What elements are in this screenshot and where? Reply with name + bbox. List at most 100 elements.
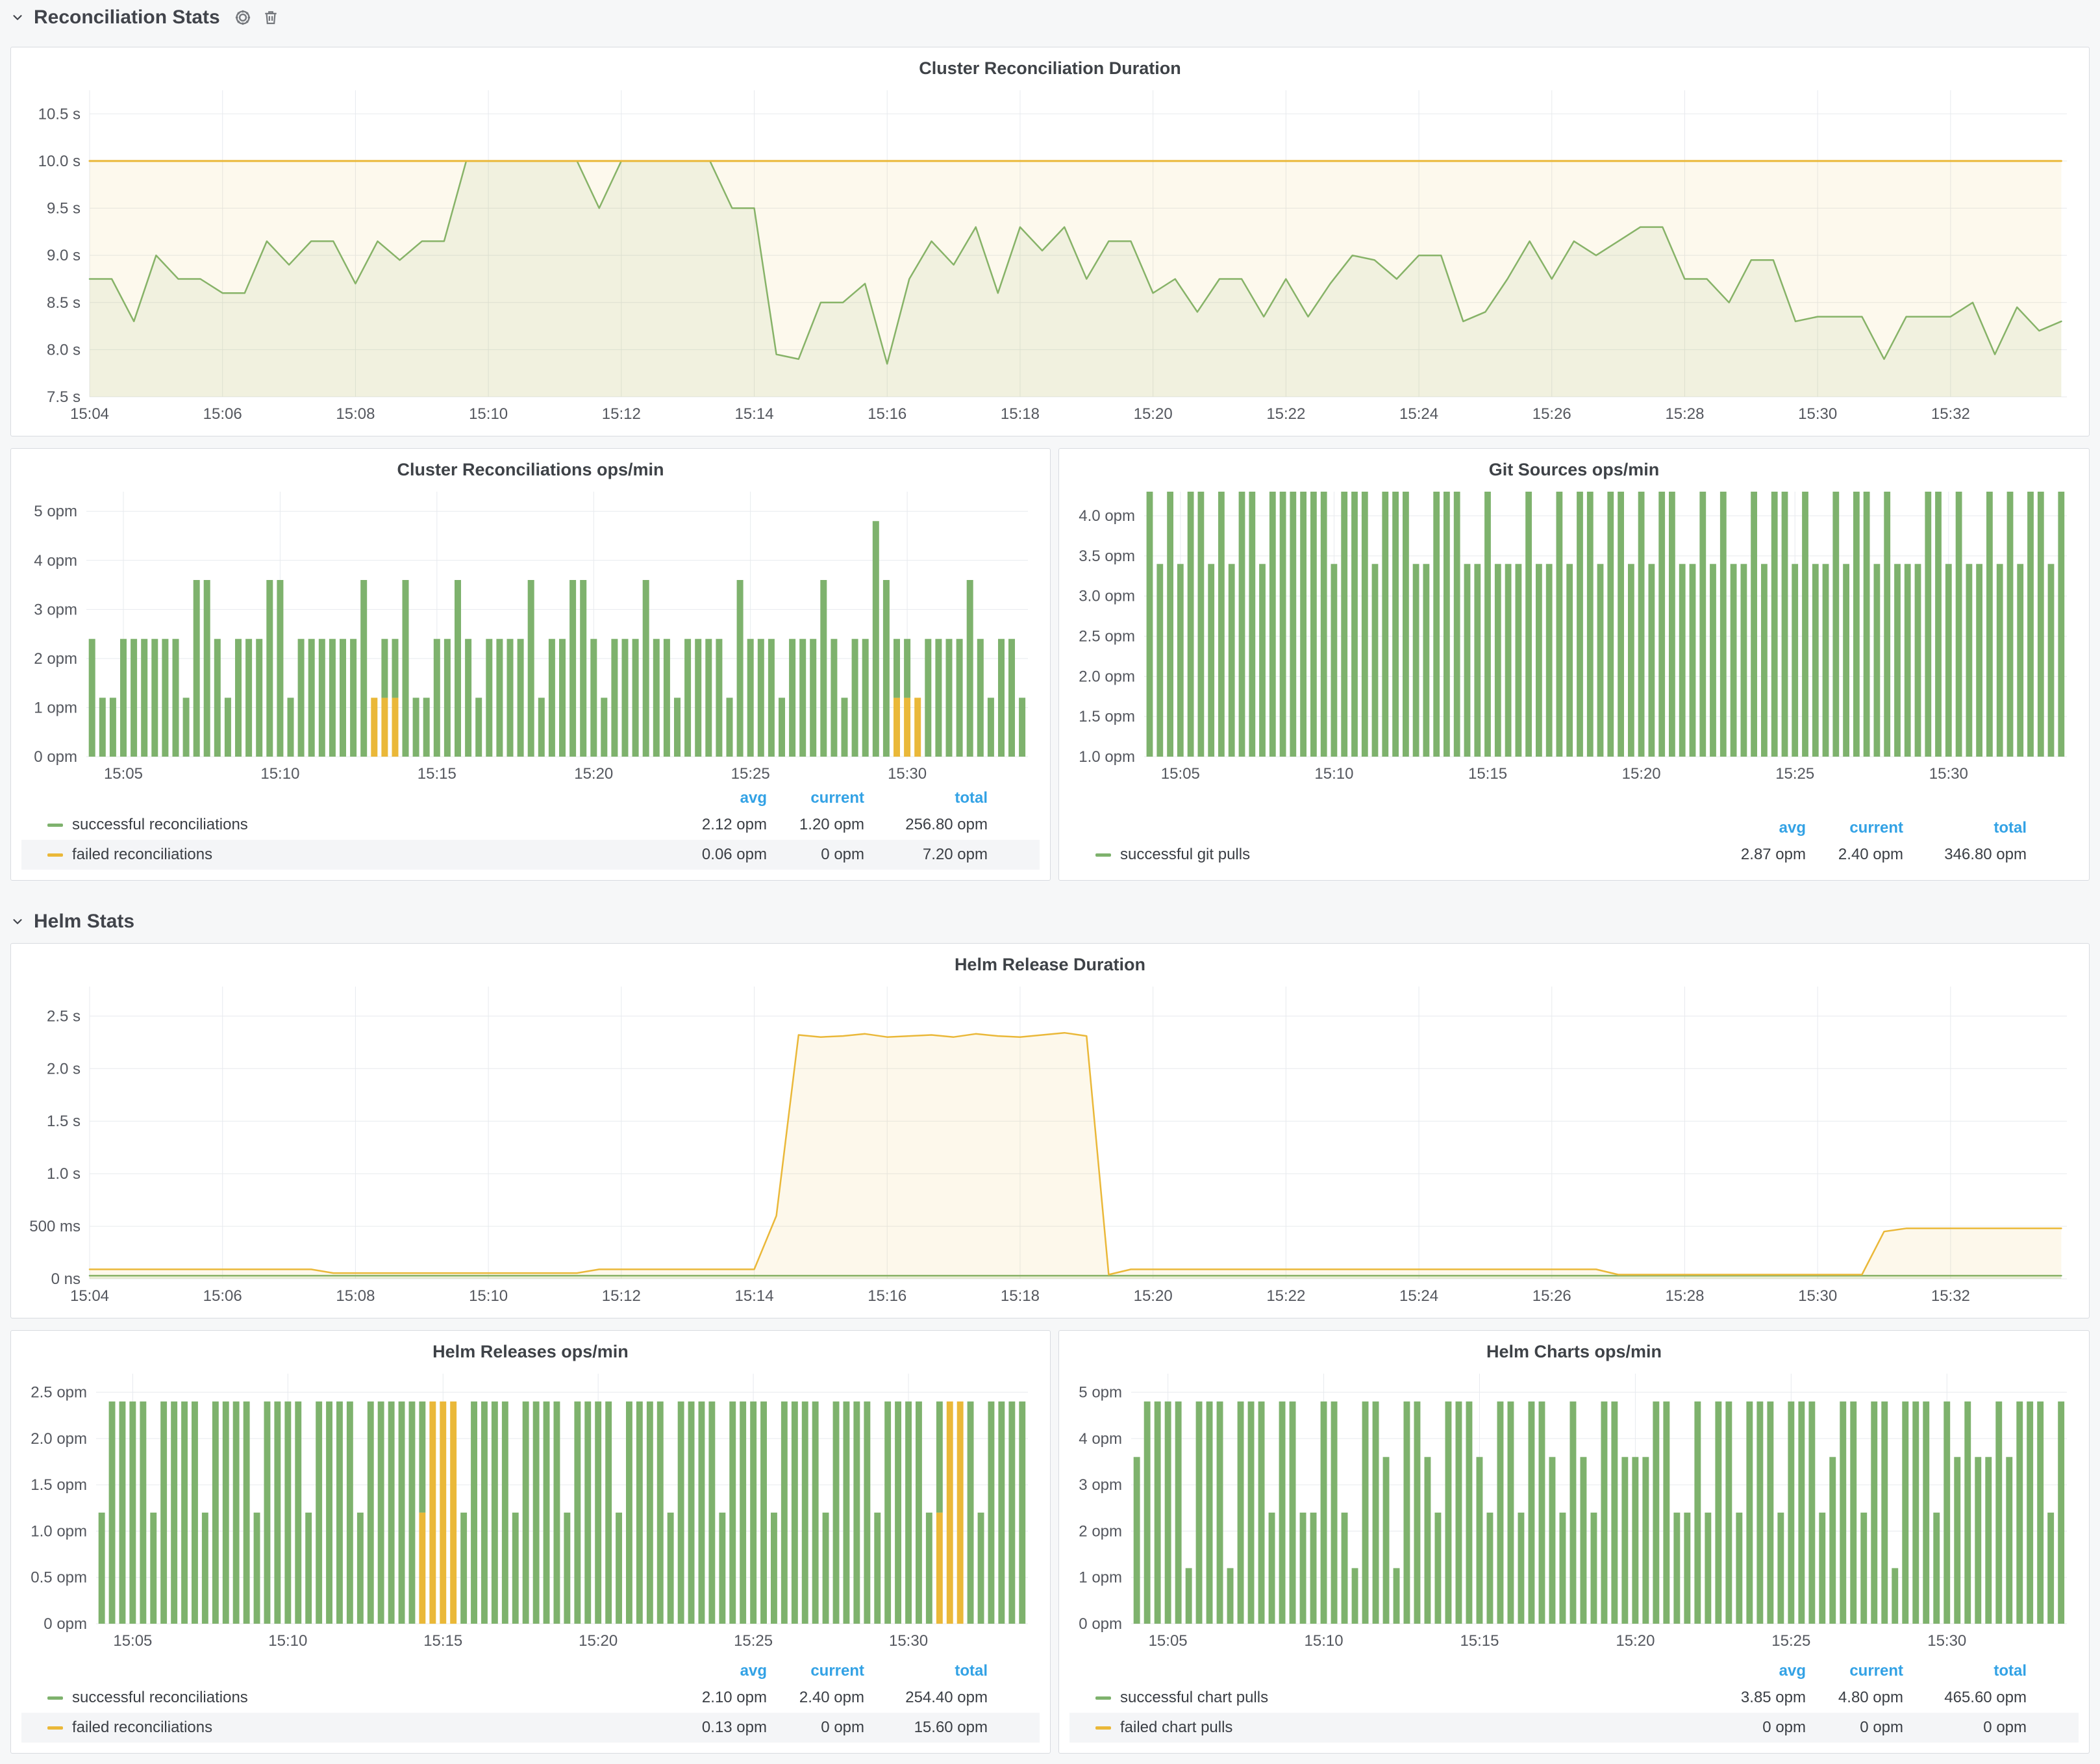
svg-text:15:05: 15:05 [1149,1632,1188,1650]
svg-text:500 ms: 500 ms [29,1218,81,1235]
legend-col-current[interactable]: current [1806,819,1903,837]
svg-text:2 opm: 2 opm [34,650,77,668]
panel-title[interactable]: Helm Release Duration [21,951,2079,977]
panel-title[interactable]: Helm Releases ops/min [21,1339,1040,1365]
section-header-helm-stats: Helm Stats [10,908,138,935]
svg-text:3.5 opm: 3.5 opm [1079,548,1135,565]
legend-col-total[interactable]: total [1903,1662,2027,1680]
legend-col-current[interactable]: current [767,1662,864,1680]
chevron-down-icon[interactable] [10,10,25,25]
panel-title[interactable]: Git Sources ops/min [1069,457,2079,483]
legend-row: successful git pulls 2.87 opm 2.40 opm 3… [1069,840,2079,870]
svg-text:15:20: 15:20 [1134,1287,1173,1305]
chevron-down-icon[interactable] [10,914,25,929]
svg-text:1 opm: 1 opm [1079,1569,1122,1587]
svg-text:9.5 s: 9.5 s [47,200,81,218]
series-color-dash [47,1696,63,1700]
svg-text:2.5 opm: 2.5 opm [1079,628,1135,646]
svg-text:15:25: 15:25 [734,1632,773,1650]
svg-text:15:12: 15:12 [602,1287,641,1305]
legend: avg current total successful git pulls 2… [1069,816,2079,870]
legend-col-avg[interactable]: avg [1695,819,1806,837]
svg-text:15:32: 15:32 [1931,405,1970,423]
panel-title[interactable]: Helm Charts ops/min [1069,1339,2079,1365]
svg-text:15:30: 15:30 [1927,1632,1966,1650]
legend-total-value: 346.80 opm [1903,846,2027,864]
svg-text:15:22: 15:22 [1266,405,1305,423]
grafana-dashboard: Reconciliation Stats Cluster Reconciliat… [0,0,2100,1764]
legend: avg current total successful reconciliat… [21,787,1040,870]
cluster-reconciliations-ops-chart[interactable]: 15:0515:1015:1515:2015:2515:300 opm1 opm… [21,483,1041,787]
svg-text:8.5 s: 8.5 s [47,294,81,312]
panel-title[interactable]: Cluster Reconciliations ops/min [21,457,1040,483]
svg-text:1.5 s: 1.5 s [47,1113,81,1130]
legend-series-label[interactable]: failed chart pulls [1120,1719,1695,1737]
legend-col-current[interactable]: current [1806,1662,1903,1680]
legend-col-avg[interactable]: avg [656,789,767,807]
legend-total-value: 15.60 opm [864,1719,988,1737]
legend-series-label[interactable]: successful chart pulls [1120,1689,1695,1707]
svg-text:15:05: 15:05 [113,1632,152,1650]
svg-text:9.0 s: 9.0 s [47,247,81,264]
svg-text:15:06: 15:06 [203,405,242,423]
legend-current-value: 4.80 opm [1806,1689,1903,1707]
svg-text:15:24: 15:24 [1399,1287,1438,1305]
svg-text:5 opm: 5 opm [34,503,77,520]
legend-col-total[interactable]: total [864,789,988,807]
svg-text:3 opm: 3 opm [34,601,77,618]
svg-text:1 opm: 1 opm [34,699,77,716]
svg-text:1.0 opm: 1.0 opm [31,1522,87,1540]
legend-series-label[interactable]: successful reconciliations [72,1689,656,1707]
svg-text:3 opm: 3 opm [1079,1476,1122,1494]
legend-avg-value: 0 opm [1695,1719,1806,1737]
svg-text:1.0 opm: 1.0 opm [1079,748,1135,766]
svg-text:2.5 s: 2.5 s [47,1007,81,1025]
legend: avg current total successful chart pulls… [1069,1659,2079,1743]
legend-row: successful chart pulls 3.85 opm 4.80 opm… [1069,1683,2079,1713]
panel-helm-charts-ops: Helm Charts ops/min 15:0515:1015:1515:20… [1058,1330,2090,1754]
svg-text:15:08: 15:08 [336,1287,375,1305]
gear-icon[interactable] [233,8,253,27]
legend-row: failed reconciliations 0.13 opm 0 opm 15… [21,1713,1040,1743]
svg-text:15:20: 15:20 [1134,405,1173,423]
legend-col-total[interactable]: total [1903,819,2027,837]
svg-text:3.0 opm: 3.0 opm [1079,588,1135,605]
legend-row: failed reconciliations 0.06 opm 0 opm 7.… [21,840,1040,870]
trash-icon[interactable] [262,8,280,27]
svg-text:4 opm: 4 opm [34,552,77,570]
legend-series-label[interactable]: failed reconciliations [72,846,656,864]
svg-text:1.5 opm: 1.5 opm [31,1476,87,1494]
legend-series-label[interactable]: successful git pulls [1120,846,1695,864]
cluster-reconciliation-duration-chart[interactable]: 15:0415:0615:0815:1015:1215:1415:1615:18… [21,81,2080,427]
helm-charts-ops-chart[interactable]: 15:0515:1015:1515:2015:2515:300 opm1 opm… [1069,1365,2080,1654]
legend-col-avg[interactable]: avg [1695,1662,1806,1680]
svg-text:15:12: 15:12 [602,405,641,423]
legend-col-current[interactable]: current [767,789,864,807]
legend-avg-value: 3.85 opm [1695,1689,1806,1707]
section-title[interactable]: Reconciliation Stats [34,6,220,29]
legend-current-value: 2.40 opm [1806,846,1903,864]
legend-current-value: 0 opm [767,1719,864,1737]
svg-text:15:25: 15:25 [1775,765,1814,783]
legend-col-total[interactable]: total [864,1662,988,1680]
legend-header: avg current total [21,787,1040,810]
helm-release-duration-chart[interactable]: 15:0415:0615:0815:1015:1215:1415:1615:18… [21,977,2080,1309]
legend: avg current total successful reconciliat… [21,1659,1040,1743]
svg-text:15:20: 15:20 [1616,1632,1655,1650]
svg-text:15:18: 15:18 [1001,1287,1040,1305]
legend-col-avg[interactable]: avg [656,1662,767,1680]
svg-text:15:14: 15:14 [734,1287,773,1305]
legend-series-label[interactable]: failed reconciliations [72,1719,656,1737]
svg-text:8.0 s: 8.0 s [47,341,81,359]
legend-series-label[interactable]: successful reconciliations [72,816,656,834]
section-title[interactable]: Helm Stats [34,911,134,933]
svg-text:4.0 opm: 4.0 opm [1079,507,1135,525]
svg-text:15:16: 15:16 [868,1287,906,1305]
svg-text:0 opm: 0 opm [1079,1615,1122,1633]
helm-releases-ops-chart[interactable]: 15:0515:1015:1515:2015:2515:300 opm0.5 o… [21,1365,1041,1654]
git-sources-ops-chart[interactable]: 15:0515:1015:1515:2015:2515:301.0 opm1.5… [1069,483,2080,787]
panel-title[interactable]: Cluster Reconciliation Duration [21,55,2079,81]
svg-text:15:28: 15:28 [1665,405,1704,423]
svg-text:15:04: 15:04 [70,1287,109,1305]
svg-text:4 opm: 4 opm [1079,1430,1122,1448]
